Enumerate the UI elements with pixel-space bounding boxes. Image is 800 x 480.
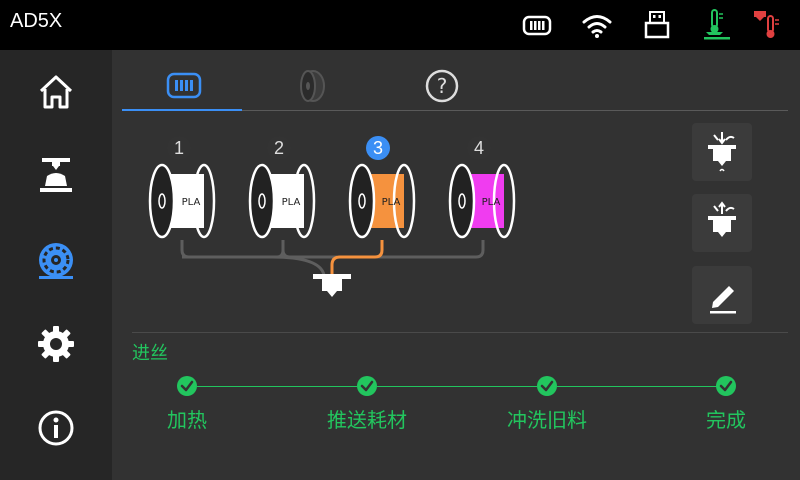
edit-icon bbox=[710, 286, 736, 314]
status-bar: AD5X bbox=[0, 0, 800, 50]
nozzle-temp-icon[interactable] bbox=[700, 8, 734, 42]
step-connector-2 bbox=[377, 386, 537, 387]
filament-icon[interactable] bbox=[36, 240, 76, 280]
bed-temp-icon[interactable] bbox=[752, 8, 786, 42]
step-purge-check-icon bbox=[537, 376, 557, 396]
load-filament-button[interactable] bbox=[692, 123, 752, 181]
step-label-purge: 冲洗旧料 bbox=[507, 408, 587, 432]
print-icon[interactable] bbox=[36, 155, 76, 195]
step-done-check-icon bbox=[716, 376, 736, 396]
step-label-heat: 加热 bbox=[167, 408, 207, 432]
step-connector-1 bbox=[197, 386, 357, 387]
step-label-push: 推送耗材 bbox=[327, 408, 407, 432]
info-icon[interactable] bbox=[36, 408, 76, 448]
edit-button[interactable] bbox=[692, 266, 752, 324]
wifi-icon[interactable] bbox=[580, 8, 614, 42]
filament-box-icon[interactable] bbox=[520, 8, 554, 42]
filament-panel: ? 1 2 3 4 PLA PLA PLA PLA 进丝 加热 推送耗材 冲洗旧… bbox=[112, 50, 800, 480]
step-heat-check-icon bbox=[177, 376, 197, 396]
sidebar bbox=[0, 50, 112, 480]
usb-icon[interactable] bbox=[640, 8, 674, 42]
unload-filament-button[interactable] bbox=[692, 194, 752, 252]
app-title: AD5X bbox=[10, 10, 63, 32]
home-icon[interactable] bbox=[36, 72, 76, 112]
section-title: 进丝 bbox=[132, 343, 168, 364]
step-push-check-icon bbox=[357, 376, 377, 396]
settings-icon[interactable] bbox=[36, 324, 76, 364]
nozzle-icon bbox=[313, 274, 351, 297]
section-divider bbox=[132, 332, 788, 333]
step-label-done: 完成 bbox=[706, 408, 746, 432]
step-connector-3 bbox=[557, 386, 717, 387]
